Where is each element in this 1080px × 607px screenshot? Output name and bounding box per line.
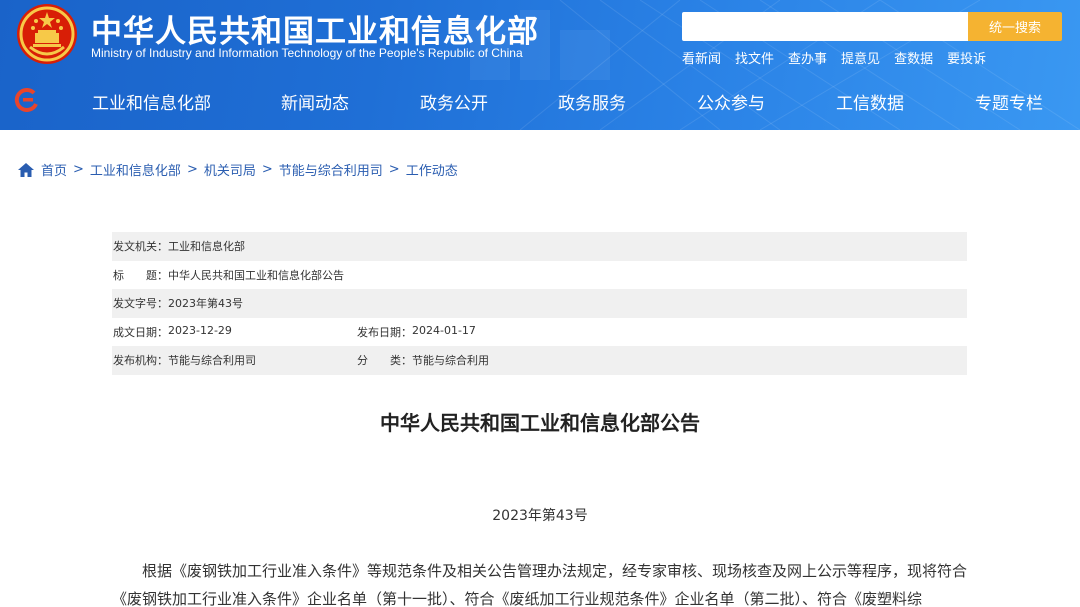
article-number: 2023年第43号 [492, 508, 588, 524]
meta-row-dates: 成文日期： 2023-12-29 发布日期： 2024-01-17 [112, 318, 967, 347]
breadcrumb: 首页 > 工业和信息化部 > 机关司局 > 节能与综合利用司 > 工作动态 [18, 160, 458, 179]
breadcrumb-separator: > [388, 162, 400, 177]
meta-label: 标 题： [113, 268, 168, 282]
meta-category: 节能与综合利用 [412, 354, 489, 368]
site-header: 中华人民共和国工业和信息化部 Ministry of Industry and … [0, 0, 1080, 130]
breadcrumb-separator: > [73, 162, 84, 177]
nav-item-gov-affairs[interactable]: 政务公开 [420, 89, 488, 114]
meta-issuer: 工业和信息化部 [168, 240, 245, 254]
search-input[interactable] [682, 12, 968, 41]
nav-item-news[interactable]: 新闻动态 [281, 89, 349, 114]
meta-published-date: 2024-01-17 [412, 323, 476, 337]
meta-title: 中华人民共和国工业和信息化部公告 [168, 268, 344, 282]
meta-label: 发文机关： [113, 240, 168, 254]
quick-link-feedback[interactable]: 提意见 [841, 48, 880, 67]
nav-item-miit[interactable]: 工业和信息化部 [92, 89, 211, 114]
quick-link-data[interactable]: 查数据 [894, 48, 933, 67]
breadcrumb-separator: > [186, 162, 198, 177]
nav-item-data[interactable]: 工信数据 [836, 89, 904, 114]
meta-doc-no: 2023年第43号 [168, 297, 243, 311]
quick-link-news[interactable]: 看新闻 [682, 48, 721, 67]
quick-link-services[interactable]: 查办事 [788, 48, 827, 67]
meta-cell-published: 发布日期： 2024-01-17 [357, 324, 476, 340]
meta-cell-category: 分 类： 节能与综合利用 [357, 352, 489, 368]
breadcrumb-separator: > [261, 162, 273, 177]
meta-created-date: 2023-12-29 [168, 323, 232, 337]
meta-label: 发布日期： [357, 325, 412, 339]
quick-link-complaint[interactable]: 要投诉 [947, 48, 986, 67]
meta-label: 分 类： [357, 354, 412, 368]
breadcrumb-departments[interactable]: 机关司局 [204, 160, 256, 179]
national-emblem-icon[interactable] [16, 3, 78, 65]
nav-item-public-participation[interactable]: 公众参与 [697, 89, 765, 114]
meta-row-org: 发布机构： 节能与综合利用司 分 类： 节能与综合利用 [112, 346, 967, 375]
search-button[interactable]: 统一搜索 [968, 12, 1062, 41]
article-body: 根据《废钢铁加工行业准入条件》等规范条件及相关公告管理办法规定，经专家审核、现场… [112, 562, 968, 607]
nav-item-topics[interactable]: 专题专栏 [975, 89, 1043, 114]
breadcrumb-miit[interactable]: 工业和信息化部 [90, 160, 181, 179]
meta-cell-created: 成文日期： 2023-12-29 [113, 324, 357, 340]
site-title: 中华人民共和国工业和信息化部 [91, 14, 539, 50]
home-icon [18, 162, 34, 177]
quick-link-documents[interactable]: 找文件 [735, 48, 774, 67]
meta-label: 发布机构： [113, 354, 168, 368]
meta-row-title: 标 题： 中华人民共和国工业和信息化部公告 [112, 261, 967, 290]
breadcrumb-home[interactable]: 首页 [41, 160, 67, 179]
miit-logo-icon[interactable] [14, 88, 40, 112]
breadcrumb-work-news[interactable]: 工作动态 [406, 160, 458, 179]
meta-label: 发文字号： [113, 297, 168, 311]
breadcrumb-energy-dept[interactable]: 节能与综合利用司 [279, 160, 383, 179]
nav-item-gov-services[interactable]: 政务服务 [558, 89, 626, 114]
meta-org: 节能与综合利用司 [168, 354, 256, 368]
meta-label: 成文日期： [113, 325, 168, 339]
article-title: 中华人民共和国工业和信息化部公告 [380, 411, 700, 435]
main-nav: 工业和信息化部 新闻动态 政务公开 政务服务 公众参与 工信数据 专题专栏 [0, 79, 1080, 121]
site-subtitle: Ministry of Industry and Information Tec… [91, 46, 523, 60]
meta-row-doc-no: 发文字号： 2023年第43号 [112, 289, 967, 318]
meta-cell-org: 发布机构： 节能与综合利用司 [113, 352, 357, 368]
meta-row-issuer: 发文机关： 工业和信息化部 [112, 232, 967, 261]
quick-links: 看新闻 找文件 查办事 提意见 查数据 要投诉 [682, 48, 1000, 67]
document-metadata: 发文机关： 工业和信息化部 标 题： 中华人民共和国工业和信息化部公告 发文字号… [112, 232, 967, 375]
